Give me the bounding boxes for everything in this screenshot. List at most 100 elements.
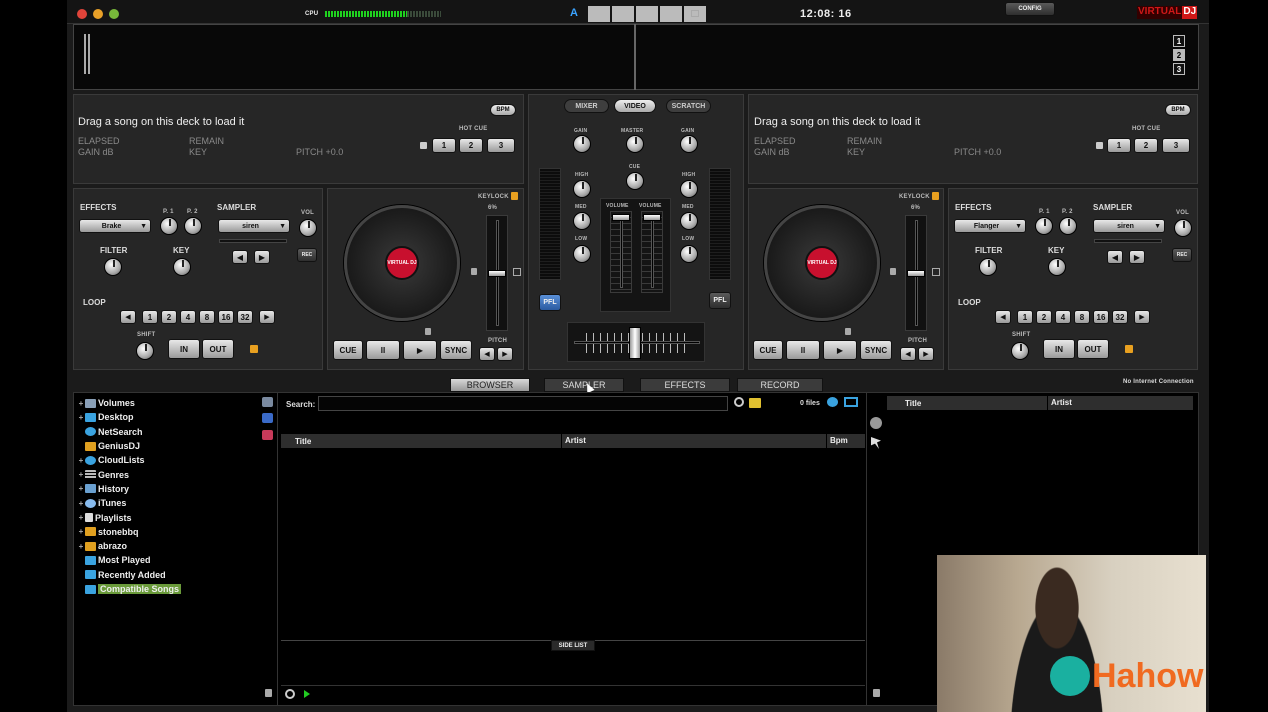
left-hot-cue-1[interactable]: 1 [432, 138, 456, 153]
right-key-knob[interactable] [1048, 258, 1066, 276]
right-pitch-reset-icon[interactable] [932, 268, 940, 276]
mixer-tab[interactable]: MIXER [564, 99, 609, 113]
right-filter-knob[interactable] [979, 258, 997, 276]
left-effect-p1-knob[interactable] [160, 217, 178, 235]
gain-right-knob[interactable] [680, 135, 698, 153]
left-pitch-lock-icon[interactable] [471, 268, 477, 275]
right-hot-cue-2[interactable]: 2 [1134, 138, 1158, 153]
volume-right-fader-handle[interactable] [643, 214, 661, 221]
left-cue-button[interactable]: CUE [333, 340, 363, 360]
right-jog-lock-icon[interactable] [845, 328, 851, 335]
high-right-knob[interactable] [680, 180, 698, 198]
config-button[interactable]: CONFIG [1005, 2, 1055, 16]
right-sampler-volume-knob[interactable] [1174, 219, 1192, 237]
tree-expand-icon[interactable]: + [77, 399, 85, 408]
left-pitch-up-button[interactable]: ▶ [497, 347, 513, 361]
med-right-knob[interactable] [680, 212, 698, 230]
high-left-knob[interactable] [573, 180, 591, 198]
left-sampler-rec-button[interactable]: REC [297, 248, 317, 262]
waveform-page-1[interactable]: 1 [1173, 35, 1185, 47]
netsearch-icon[interactable] [827, 397, 838, 407]
deck-a-indicator[interactable]: A [570, 7, 578, 19]
tree-expand-icon[interactable]: + [77, 456, 85, 465]
left-pitch-slider-handle[interactable] [488, 270, 506, 277]
tree-item-netsearch[interactable]: NetSearch [77, 425, 281, 439]
right-sampler-rec-button[interactable]: REC [1172, 248, 1192, 262]
waveform-page-3[interactable]: 3 [1173, 63, 1185, 75]
left-hot-cue-lock-icon[interactable] [420, 142, 427, 149]
right-pitch-slider[interactable] [905, 215, 927, 331]
right-effect-p1-knob[interactable] [1035, 217, 1053, 235]
left-hot-cue-2[interactable]: 2 [459, 138, 483, 153]
close-window-button[interactable] [77, 9, 87, 19]
volume-left-fader-handle[interactable] [612, 214, 630, 221]
search-input[interactable] [318, 396, 728, 411]
side-info-icon[interactable] [870, 417, 882, 429]
add-folder-icon[interactable] [262, 397, 273, 407]
side-list-area[interactable] [281, 651, 865, 684]
right-loop-forward-button[interactable]: ▶ [1134, 310, 1150, 324]
side-list-button[interactable]: SIDE LIST [551, 640, 595, 651]
add-playlist-icon[interactable] [262, 430, 273, 440]
right-keylock-icon[interactable] [932, 192, 939, 200]
right-loop-16[interactable]: 16 [1093, 310, 1109, 324]
right-sampler-prev-button[interactable]: ◀ [1107, 250, 1123, 264]
left-key-knob[interactable] [173, 258, 191, 276]
video-tab[interactable]: VIDEO [614, 99, 656, 113]
right-hot-cue-1[interactable]: 1 [1107, 138, 1131, 153]
right-play-button[interactable]: ▶ [823, 340, 857, 360]
tree-lock-icon[interactable] [265, 689, 272, 697]
left-sampler-next-button[interactable]: ▶ [254, 250, 270, 264]
side-column-header-artist[interactable]: Artist [1047, 396, 1072, 410]
minimize-window-button[interactable] [93, 9, 103, 19]
right-loop-out-button[interactable]: OUT [1077, 339, 1109, 359]
left-shift-knob[interactable] [136, 342, 154, 360]
search-options-icon[interactable] [734, 397, 744, 407]
tree-expand-icon[interactable]: + [77, 413, 85, 422]
left-jog-wheel[interactable]: VIRTUAL DJ [344, 205, 460, 321]
tree-item-abrazo[interactable]: + abrazo [77, 539, 281, 553]
tree-item-geniusdj[interactable]: GeniusDJ [77, 439, 281, 453]
view-mode-icon[interactable] [844, 397, 858, 407]
right-effect-select[interactable]: Flanger ▼ [954, 219, 1026, 233]
right-loop-8[interactable]: 8 [1074, 310, 1090, 324]
left-loop-out-button[interactable]: OUT [202, 339, 234, 359]
left-loop-32[interactable]: 32 [237, 310, 253, 324]
column-header-bpm[interactable]: Bpm [826, 434, 848, 448]
left-effect-p2-knob[interactable] [184, 217, 202, 235]
right-loop-lock-icon[interactable] [1125, 345, 1133, 353]
right-pause-button[interactable]: II [786, 340, 820, 360]
file-list[interactable] [281, 449, 865, 639]
tree-expand-icon[interactable]: + [77, 499, 85, 508]
left-loop-8[interactable]: 8 [199, 310, 215, 324]
pfl-left-button[interactable]: PFL [539, 294, 561, 311]
crossfader-handle[interactable] [629, 327, 641, 359]
right-pitch-slider-handle[interactable] [907, 270, 925, 277]
left-pitch-reset-icon[interactable] [513, 268, 521, 276]
left-pitch-slider[interactable] [486, 215, 508, 331]
volume-right-fader[interactable] [641, 211, 663, 293]
left-loop-in-button[interactable]: IN [168, 339, 200, 359]
right-shift-knob[interactable] [1011, 342, 1029, 360]
volume-left-fader[interactable] [610, 211, 632, 293]
left-effect-select[interactable]: Brake ▼ [79, 219, 151, 233]
left-loop-2[interactable]: 2 [161, 310, 177, 324]
left-play-button[interactable]: ▶ [403, 340, 437, 360]
left-sampler-select[interactable]: siren ▼ [218, 219, 290, 233]
low-right-knob[interactable] [680, 245, 698, 263]
left-loop-back-button[interactable]: ◀ [120, 310, 136, 324]
right-loop-4[interactable]: 4 [1055, 310, 1071, 324]
left-loop-1[interactable]: 1 [142, 310, 158, 324]
right-loop-back-button[interactable]: ◀ [995, 310, 1011, 324]
left-sync-button[interactable]: SYNC [440, 340, 472, 360]
left-pitch-down-button[interactable]: ◀ [479, 347, 495, 361]
scratch-tab[interactable]: SCRATCH [666, 99, 711, 113]
right-cue-button[interactable]: CUE [753, 340, 783, 360]
search-folder-icon[interactable] [749, 398, 761, 408]
right-hot-cue-lock-icon[interactable] [1096, 142, 1103, 149]
right-pitch-up-button[interactable]: ▶ [918, 347, 934, 361]
right-loop-in-button[interactable]: IN [1043, 339, 1075, 359]
tree-expand-icon[interactable]: + [77, 513, 85, 522]
pfl-right-button[interactable]: PFL [709, 292, 731, 309]
gain-left-knob[interactable] [573, 135, 591, 153]
